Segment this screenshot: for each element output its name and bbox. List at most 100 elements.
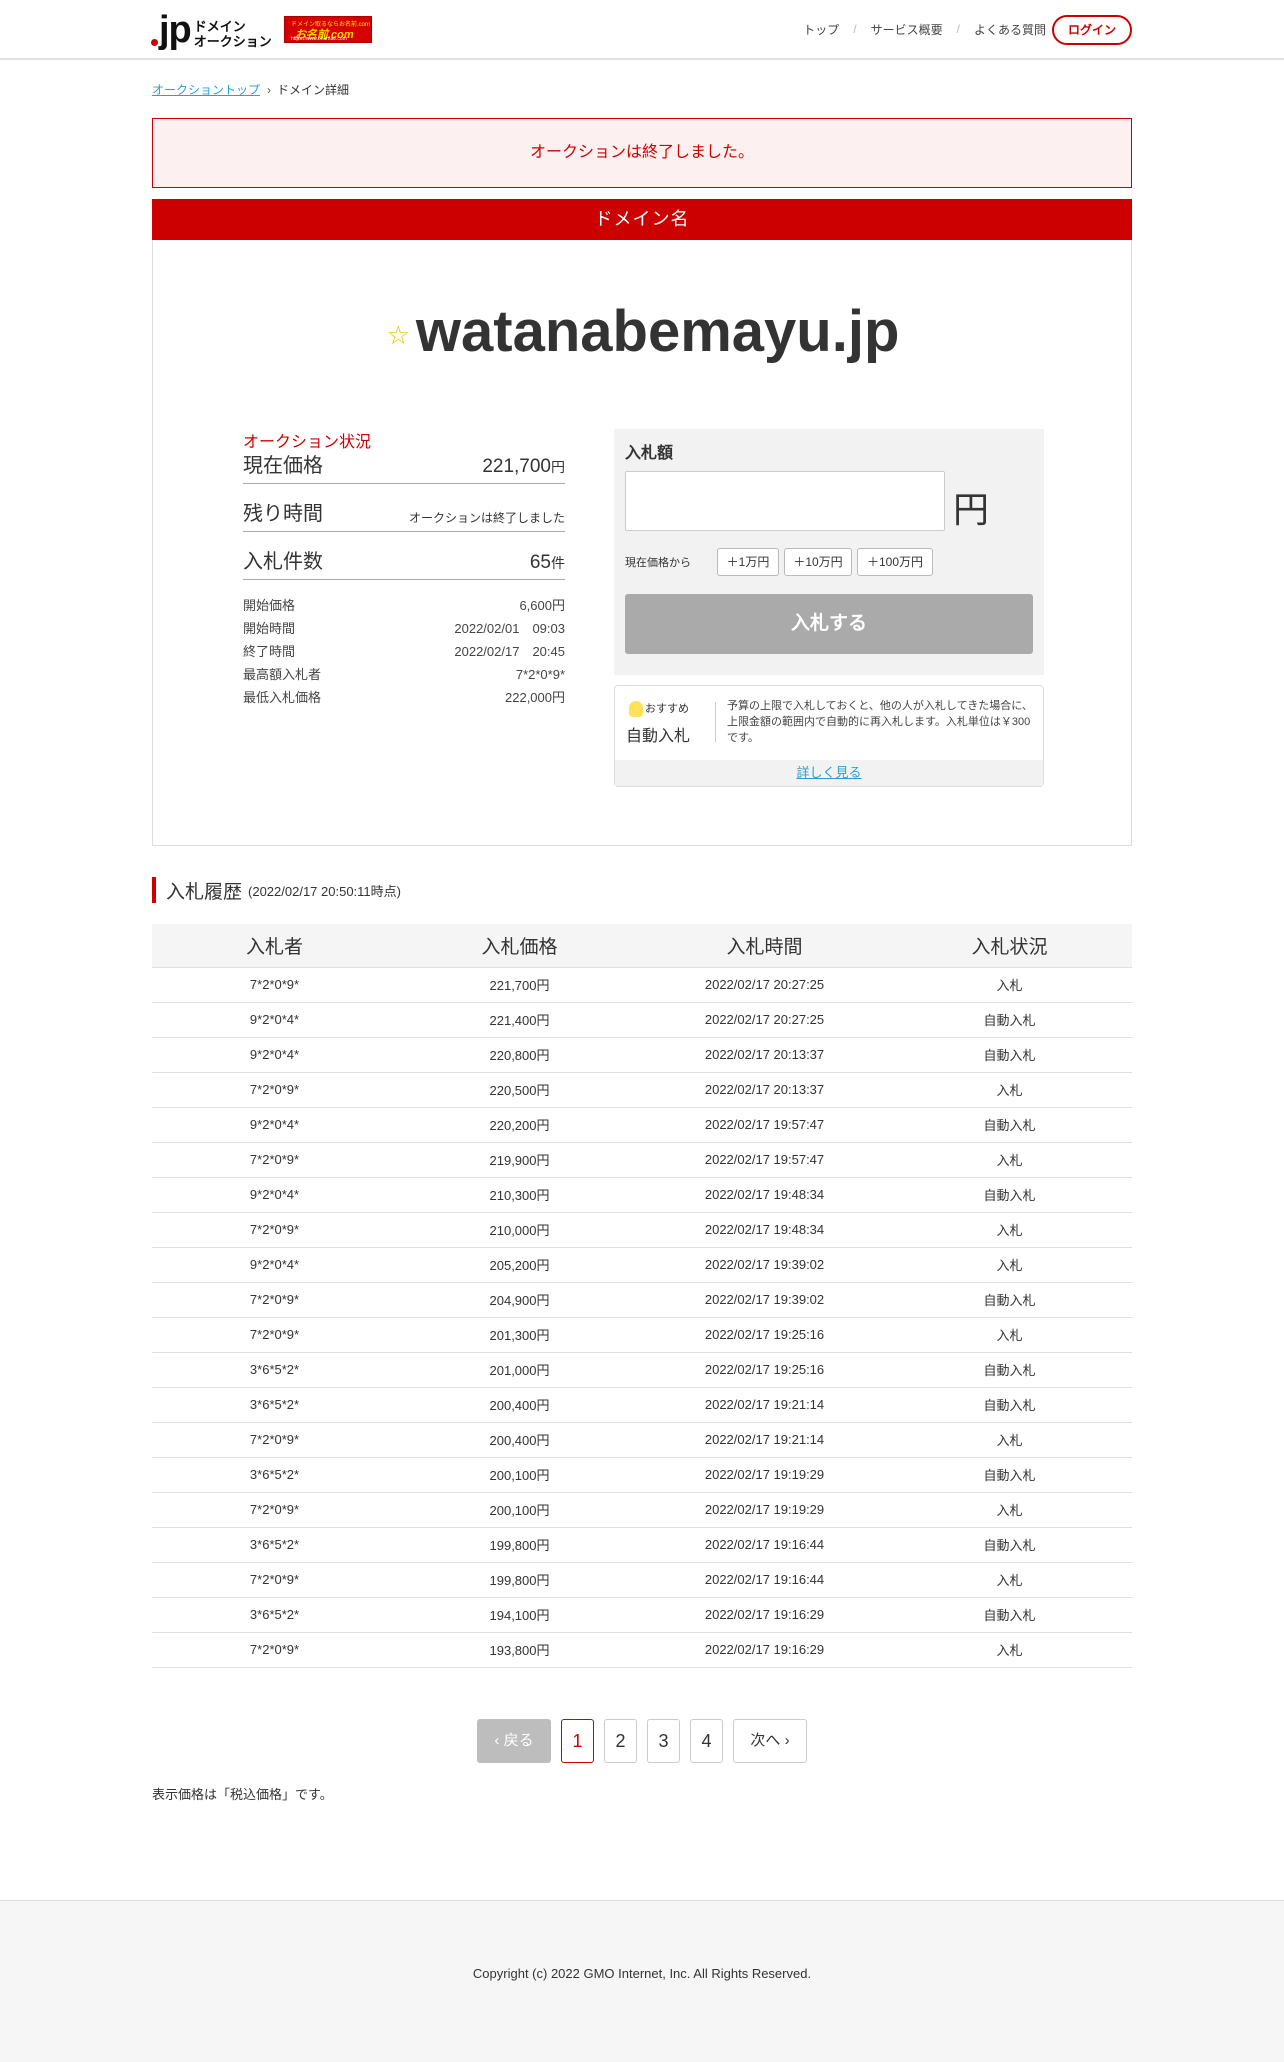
time-cell: 2022/02/17 19:25:16 (642, 1316, 887, 1352)
bidder-cell: 3*6*5*2* (152, 1386, 397, 1422)
time-cell: 2022/02/17 19:39:02 (642, 1246, 887, 1282)
status-cell: 入札 (887, 1141, 1132, 1177)
table-row: 7*2*0*9* 204,900円 2022/02/17 19:39:02 自動入札 (152, 1281, 1132, 1317)
price-cell: 200,400円 (397, 1421, 642, 1457)
current-price-label: 現在価格 (243, 455, 323, 477)
bid-history-heading: 入札履歴 (2022/02/17 20:50:11時点) (152, 877, 401, 903)
onamae-banner[interactable]: ドメイン取るならお名前.com お名前.com https://www.onam… (284, 16, 372, 43)
breadcrumb-current: ドメイン詳細 (277, 83, 350, 97)
price-cell: 201,000円 (397, 1351, 642, 1387)
page-4-button[interactable]: 4 (690, 1719, 723, 1763)
logo-jp-text: jp (159, 9, 192, 51)
autobid-footer: 詳しく見る (615, 760, 1043, 786)
add-10k-button[interactable]: ＋1万円 (717, 548, 779, 576)
table-row: 9*2*0*4* 210,300円 2022/02/17 19:48:34 自動入札 (152, 1176, 1132, 1212)
detail-row: 開始時間 2022/02/01 09:03 (243, 621, 565, 636)
price-cell: 200,100円 (397, 1456, 642, 1492)
place-bid-button[interactable]: 入札する (625, 594, 1033, 654)
time-cell: 2022/02/17 19:16:29 (642, 1596, 887, 1632)
time-cell: 2022/02/17 19:19:29 (642, 1456, 887, 1492)
chevron-right-icon: › (267, 82, 272, 97)
price-cell: 200,100円 (397, 1491, 642, 1527)
price-cell: 220,200円 (397, 1106, 642, 1142)
detail-row: 最高額入札者 7*2*0*9* (243, 667, 565, 682)
nav-separator: / (853, 22, 857, 36)
status-cell: 自動入札 (887, 1001, 1132, 1037)
page-2-button[interactable]: 2 (604, 1719, 637, 1763)
bid-count-label: 入札件数 (243, 551, 323, 573)
bidder-cell: 9*2*0*4* (152, 1106, 397, 1142)
logo-service-name: ドメイン オークション (194, 19, 272, 49)
bidder-cell: 9*2*0*4* (152, 1036, 397, 1072)
favorite-star-icon[interactable]: ☆ (387, 320, 410, 350)
bid-history-body: 7*2*0*9* 221,700円 2022/02/17 20:27:25 入札 9*2… (152, 966, 1132, 1668)
price-cell: 199,800円 (397, 1561, 642, 1597)
autobid-details-link[interactable]: 詳しく見る (796, 765, 861, 780)
price-cell: 199,800円 (397, 1526, 642, 1562)
status-cell: 自動入札 (887, 1351, 1132, 1387)
column-header-bidder: 入札者 (152, 924, 397, 967)
table-row: 7*2*0*9* 201,300円 2022/02/17 19:25:16 入札 (152, 1316, 1132, 1352)
table-row: 9*2*0*4* 205,200円 2022/02/17 19:39:02 入札 (152, 1246, 1132, 1282)
increment-from-label: 現在価格から (625, 557, 691, 569)
time-cell: 2022/02/17 19:39:02 (642, 1281, 887, 1317)
table-row: 3*6*5*2* 201,000円 2022/02/17 19:25:16 自動入札 (152, 1351, 1132, 1387)
nav-faq-link[interactable]: よくある質問 (974, 21, 1046, 38)
table-row: 3*6*5*2* 200,400円 2022/02/17 19:21:14 自動入札 (152, 1386, 1132, 1422)
logo-line2: オークション (193, 34, 272, 49)
time-cell: 2022/02/17 20:13:37 (642, 1071, 887, 1107)
autobid-promo: おすすめ 自動入札 予算の上限で入札しておくと、他の人が入札してきた場合に、上限… (614, 685, 1044, 787)
table-row: 7*2*0*9* 221,700円 2022/02/17 20:27:25 入札 (152, 966, 1132, 1002)
page-3-button[interactable]: 3 (647, 1719, 680, 1763)
time-left-value: オークションは終了しました (408, 511, 565, 525)
bidder-cell: 7*2*0*9* (152, 1281, 397, 1317)
price-cell: 220,800円 (397, 1036, 642, 1072)
bidder-cell: 7*2*0*9* (152, 1631, 397, 1668)
time-cell: 2022/02/17 19:48:34 (642, 1211, 887, 1247)
add-1m-button[interactable]: ＋100万円 (857, 548, 933, 576)
site-logo[interactable]: jp ドメイン オークション (151, 11, 272, 49)
bidder-cell: 7*2*0*9* (152, 1211, 397, 1247)
table-row: 3*6*5*2* 199,800円 2022/02/17 19:16:44 自動入札 (152, 1526, 1132, 1562)
site-header: jp ドメイン オークション ドメイン取るならお名前.com お名前.com h… (0, 0, 1284, 60)
page-1-button[interactable]: 1 (561, 1719, 594, 1763)
current-price-row: 現在価格 221,700円 (243, 450, 565, 484)
detail-row: 最低入札価格 222,000円 (243, 690, 565, 705)
bidder-cell: 3*6*5*2* (152, 1456, 397, 1492)
bid-amount-input[interactable] (625, 471, 945, 531)
status-cell: 自動入札 (887, 1456, 1132, 1492)
bidder-cell: 9*2*0*4* (152, 1001, 397, 1037)
price-cell: 219,900円 (397, 1141, 642, 1177)
bid-count-row: 入札件数 65件 (243, 546, 565, 580)
autobid-divider (715, 702, 716, 742)
status-cell: 入札 (887, 1316, 1132, 1352)
chevron-left-icon: ‹ (494, 1732, 500, 1749)
nav-top-link[interactable]: トップ (803, 21, 839, 38)
autobid-title: 自動入札 (626, 728, 691, 745)
price-cell: 210,000円 (397, 1211, 642, 1247)
table-row: 7*2*0*9* 219,900円 2022/02/17 19:57:47 入札 (152, 1141, 1132, 1177)
table-row: 7*2*0*9* 200,100円 2022/02/17 19:19:29 入札 (152, 1491, 1132, 1527)
bidder-cell: 7*2*0*9* (152, 1421, 397, 1457)
price-cell: 210,300円 (397, 1176, 642, 1212)
table-row: 3*6*5*2* 200,100円 2022/02/17 19:19:29 自動入札 (152, 1456, 1132, 1492)
domain-panel-heading: ドメイン名 (152, 199, 1132, 240)
status-cell: 入札 (887, 1631, 1132, 1668)
add-100k-button[interactable]: ＋10万円 (784, 548, 852, 576)
bidder-cell: 9*2*0*4* (152, 1246, 397, 1282)
login-button[interactable]: ログイン (1052, 15, 1132, 45)
status-cell: 入札 (887, 1211, 1132, 1247)
time-cell: 2022/02/17 19:57:47 (642, 1106, 887, 1142)
breadcrumb-home-link[interactable]: オークショントップ (152, 81, 260, 98)
time-cell: 2022/02/17 20:13:37 (642, 1036, 887, 1072)
price-cell: 204,900円 (397, 1281, 642, 1317)
next-page-button[interactable]: 次へ › (733, 1719, 807, 1763)
status-cell: 入札 (887, 1071, 1132, 1107)
status-cell: 自動入札 (887, 1281, 1132, 1317)
nav-service-link[interactable]: サービス概要 (871, 21, 943, 38)
copyright: Copyright (c) 2022 GMO Internet, Inc. Al… (472, 1966, 812, 1981)
status-cell: 入札 (887, 966, 1132, 1002)
bid-count-value: 65件 (529, 552, 565, 573)
auction-status: オークション状況 現在価格 221,700円 残り時間 オークションは終了しまし… (243, 428, 565, 709)
price-cell: 220,500円 (397, 1071, 642, 1107)
